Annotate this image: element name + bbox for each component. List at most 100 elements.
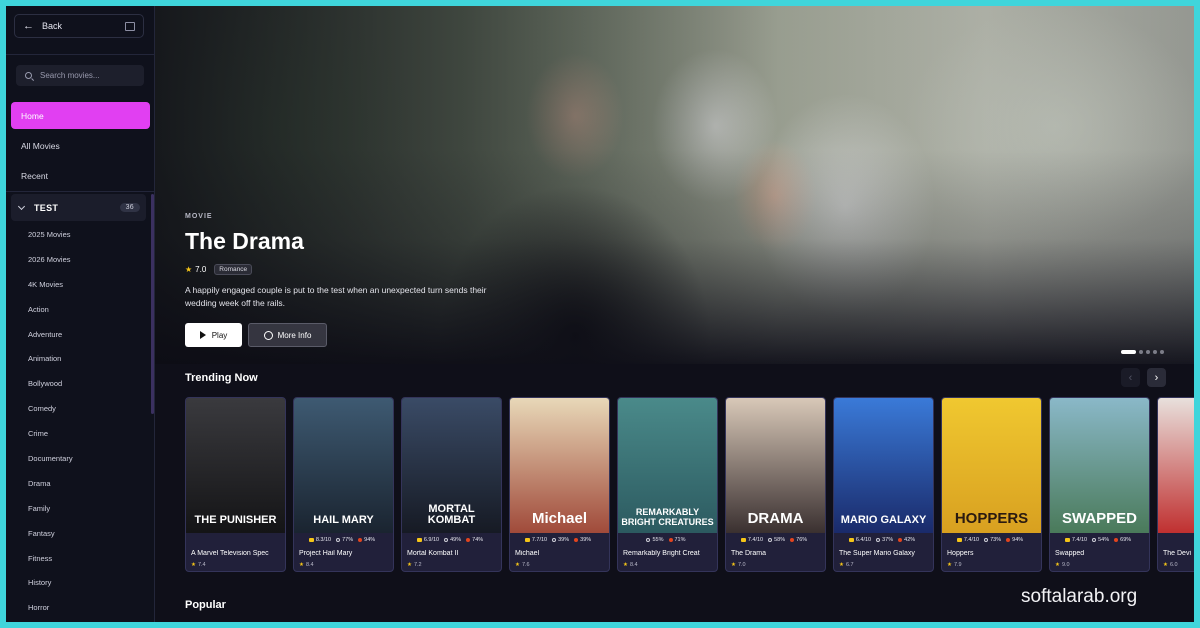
tomato-icon bbox=[358, 537, 363, 542]
popular-section-title: Popular bbox=[185, 599, 226, 611]
search-icon bbox=[25, 72, 32, 79]
rating-value: 42% bbox=[904, 536, 916, 543]
movie-card[interactable]: HAIL MARY 8.3/10 77% 94% Project Hail Mary ★ 8… bbox=[293, 397, 394, 572]
play-label: Play bbox=[211, 330, 228, 340]
ratings-row: 6.9/10 49% 74% bbox=[402, 534, 501, 545]
movie-card[interactable]: HOPPERS 7.4/10 73% 94% Hoppers ★ 7.9 bbox=[941, 397, 1042, 572]
search-box[interactable] bbox=[16, 65, 144, 86]
rating-value: 8.3/10 bbox=[315, 536, 332, 543]
more-info-button[interactable]: More Info bbox=[248, 323, 327, 347]
sidebar-item-genre[interactable]: Crime bbox=[28, 421, 146, 446]
rating-value: 74% bbox=[472, 536, 484, 543]
movie-title: A Marvel Television Spec bbox=[191, 550, 269, 557]
critic-check-icon bbox=[552, 537, 557, 542]
nav-item-recent[interactable]: Recent bbox=[11, 162, 150, 189]
movie-card[interactable]: Michael 7.7/10 39% 39% Michael ★ 7.6 bbox=[509, 397, 610, 572]
sidebar-item-genre[interactable]: Bollywood bbox=[28, 371, 146, 396]
movie-rating-value: 9.0 bbox=[1061, 562, 1070, 568]
nav-item-all-movies[interactable]: All Movies bbox=[11, 132, 150, 159]
sidebar-item-genre[interactable]: Action bbox=[28, 297, 146, 322]
poster-title-art: MORTAL KOMBAT bbox=[427, 502, 476, 527]
carousel-dot[interactable] bbox=[1160, 350, 1164, 354]
sidebar-item-genre[interactable]: Adventure bbox=[28, 322, 146, 347]
sidebar-item-genre[interactable]: 4K Movies bbox=[28, 272, 146, 297]
trending-section-title: Trending Now bbox=[185, 372, 258, 384]
movie-rating-value: 7.2 bbox=[413, 562, 422, 568]
poster-title-art: HOPPERS bbox=[954, 510, 1029, 528]
imdb-icon bbox=[740, 537, 746, 542]
info-icon bbox=[263, 330, 273, 340]
app-window: ← Back Home All Movies Recent TEST 36 20… bbox=[6, 6, 1194, 622]
sidebar-item-genre[interactable]: History bbox=[28, 570, 146, 595]
sidebar-item-genre[interactable]: 2026 Movies bbox=[28, 247, 146, 272]
sidebar-item-genre[interactable]: Family bbox=[28, 496, 146, 521]
ratings-row: 55% 71% bbox=[618, 534, 717, 545]
movie-card[interactable]: DRAMA 7.4/10 58% 76% The Drama ★ 7.0 bbox=[725, 397, 826, 572]
movie-title: Project Hail Mary bbox=[299, 550, 353, 557]
hero-title: The Drama bbox=[185, 228, 304, 254]
movie-poster: DRAMA bbox=[726, 398, 825, 533]
movie-card[interactable]: 6.8/10 The Devi ★6.0 bbox=[1157, 397, 1194, 572]
sidebar-item-genre[interactable]: Fantasy bbox=[28, 521, 146, 546]
hero-type-label: MOVIE bbox=[185, 213, 213, 220]
sidebar-item-genre[interactable]: 2025 Movies bbox=[28, 222, 146, 247]
movie-rating-value: 8.4 bbox=[305, 562, 314, 568]
category-toggle[interactable]: TEST 36 bbox=[11, 194, 146, 221]
movie-card[interactable]: MARIO GALAXY 6.4/10 37% 42% The Super Mario … bbox=[833, 397, 934, 572]
ratings-row: 7.4/10 73% 94% bbox=[942, 534, 1041, 545]
sidebar-item-genre[interactable]: Fitness bbox=[28, 546, 146, 571]
imdb-icon bbox=[848, 537, 854, 542]
carousel-pagination bbox=[1121, 350, 1164, 354]
sidebar-item-genre[interactable]: Drama bbox=[28, 471, 146, 496]
movie-card[interactable]: REMARKABLY BRIGHT CREATURES 55% 71% Remarka… bbox=[617, 397, 718, 572]
movie-poster: THE PUNISHER bbox=[186, 398, 285, 533]
tomato-icon bbox=[668, 537, 673, 542]
sidebar-item-genre[interactable]: Animation bbox=[28, 346, 146, 371]
star-icon: ★ bbox=[623, 562, 628, 568]
star-icon: ★ bbox=[191, 562, 196, 568]
sidebar-item-genre[interactable]: Horror bbox=[28, 595, 146, 620]
tomato-icon bbox=[466, 537, 471, 542]
carousel-dot[interactable] bbox=[1153, 350, 1157, 354]
star-icon: ★ bbox=[839, 562, 844, 568]
imdb-icon bbox=[1064, 537, 1070, 542]
carousel-dot[interactable] bbox=[1146, 350, 1150, 354]
sidebar-scrollbar[interactable] bbox=[151, 194, 154, 414]
movie-rating-value: 7.0 bbox=[737, 562, 746, 568]
play-button[interactable]: Play bbox=[185, 323, 242, 347]
imdb-icon bbox=[524, 537, 530, 542]
sidebar: ← Back Home All Movies Recent TEST 36 20… bbox=[6, 6, 155, 622]
scroll-left-button[interactable]: ‹ bbox=[1121, 368, 1140, 387]
poster-title-art: HAIL MARY bbox=[313, 514, 374, 527]
ratings-row: 6.8/10 bbox=[1158, 534, 1194, 545]
movie-rating: ★ 7.2 bbox=[407, 562, 422, 568]
tomato-icon bbox=[898, 537, 903, 542]
chevron-left-icon: ‹ bbox=[1128, 371, 1133, 384]
movie-rating-value: 7.9 bbox=[953, 562, 962, 568]
carousel-dot[interactable] bbox=[1139, 350, 1143, 354]
nav-item-home[interactable]: Home bbox=[11, 102, 150, 129]
search-input[interactable] bbox=[40, 71, 130, 80]
tomato-icon bbox=[1006, 537, 1011, 542]
carousel-dot[interactable] bbox=[1121, 350, 1136, 354]
critic-check-icon bbox=[984, 537, 989, 542]
movie-poster: REMARKABLY BRIGHT CREATURES bbox=[618, 398, 717, 533]
movie-card[interactable]: SWAPPED 7.4/10 54% 69% Swapped ★ 9.0 bbox=[1049, 397, 1150, 572]
scroll-right-button[interactable]: › bbox=[1147, 368, 1166, 387]
poster-title-art: DRAMA bbox=[747, 510, 804, 528]
sidebar-item-genre[interactable]: Documentary bbox=[28, 446, 146, 471]
back-button[interactable]: ← Back bbox=[14, 14, 144, 38]
star-icon: ★ bbox=[731, 562, 736, 568]
watermark-text: softalarab.org bbox=[1021, 586, 1138, 607]
hero-overlay bbox=[155, 6, 1194, 364]
sidebar-item-genre[interactable]: Comedy bbox=[28, 396, 146, 421]
movie-card[interactable]: THE PUNISHER A Marvel Television Spec ★ 7.4 bbox=[185, 397, 286, 572]
rating-value: 6.4/10 bbox=[855, 536, 872, 543]
rating-value: 94% bbox=[1012, 536, 1024, 543]
rating-value: 37% bbox=[882, 536, 894, 543]
poster-title-art: Michael bbox=[531, 510, 588, 528]
arrow-left-icon: ← bbox=[23, 20, 34, 32]
hero-description: A happily engaged couple is put to the t… bbox=[185, 285, 487, 308]
play-icon bbox=[199, 331, 206, 339]
movie-card[interactable]: MORTAL KOMBAT 6.9/10 49% 74% Mortal Kombat I… bbox=[401, 397, 502, 572]
